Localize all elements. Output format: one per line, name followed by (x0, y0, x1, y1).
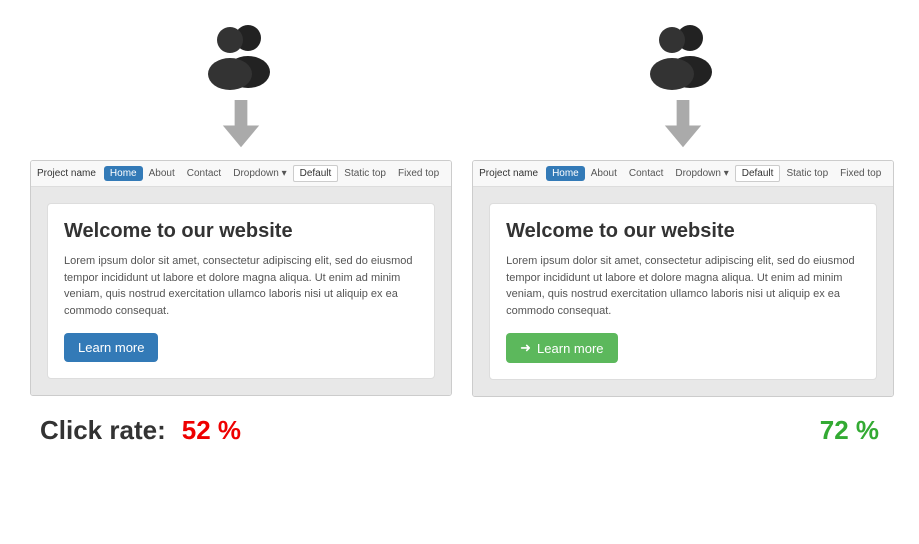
nav-home-b[interactable]: Home (546, 166, 585, 181)
content-text-b: Lorem ipsum dolor sit amet, consectetur … (506, 253, 860, 319)
mini-browser-b: Project name Home About Contact Dropdown… (472, 160, 894, 397)
browser-content-a: Welcome to our website Lorem ipsum dolor… (31, 187, 451, 395)
nav-about-a[interactable]: About (143, 166, 181, 181)
learn-more-button-a[interactable]: Learn more (64, 333, 158, 362)
content-card-a: Welcome to our website Lorem ipsum dolor… (47, 203, 435, 379)
nav-contact-a[interactable]: Contact (181, 166, 227, 181)
nav-brand-b: Project name (479, 168, 538, 179)
navbar-b: Project name Home About Contact Dropdown… (473, 161, 893, 187)
click-rate-value-a: 52 % (182, 415, 241, 446)
nav-brand-a: Project name (37, 168, 96, 179)
nav-default-a[interactable]: Default (293, 165, 339, 182)
nav-fixed-a[interactable]: Fixed top (392, 166, 445, 181)
click-rate-row: Click rate: 52 % 72 % (30, 415, 889, 446)
browser-content-b: Welcome to our website Lorem ipsum dolor… (473, 187, 893, 396)
nav-contact-b[interactable]: Contact (623, 166, 669, 181)
arrow-down-b (663, 100, 703, 150)
users-icon-a (196, 20, 286, 90)
arrow-down-a (221, 100, 261, 150)
nav-static-b[interactable]: Static top (780, 166, 834, 181)
comparison-wrapper: Project name Home About Contact Dropdown… (30, 20, 889, 397)
rate-left: Click rate: 52 % (40, 415, 241, 446)
arrow-right-icon: ➜ (520, 340, 531, 356)
nav-dropdown-a[interactable]: Dropdown ▾ (227, 166, 292, 181)
learn-more-button-b[interactable]: ➜ Learn more (506, 333, 617, 363)
nav-default-b[interactable]: Default (735, 165, 781, 182)
nav-fixed-b[interactable]: Fixed top (834, 166, 887, 181)
content-text-a: Lorem ipsum dolor sit amet, consectetur … (64, 253, 418, 319)
content-title-b: Welcome to our website (506, 220, 860, 243)
users-icon-b (638, 20, 728, 90)
nav-about-b[interactable]: About (585, 166, 623, 181)
content-card-b: Welcome to our website Lorem ipsum dolor… (489, 203, 877, 380)
click-rate-label: Click rate: (40, 415, 166, 446)
navbar-a: Project name Home About Contact Dropdown… (31, 161, 451, 187)
mini-browser-a: Project name Home About Contact Dropdown… (30, 160, 452, 396)
variant-a: Project name Home About Contact Dropdown… (30, 20, 452, 397)
nav-static-a[interactable]: Static top (338, 166, 392, 181)
content-title-a: Welcome to our website (64, 220, 418, 243)
rate-right: 72 % (820, 415, 879, 446)
learn-more-label-b: Learn more (537, 341, 603, 356)
click-rate-value-b: 72 % (820, 415, 879, 446)
variant-b: Project name Home About Contact Dropdown… (472, 20, 894, 397)
nav-home-a[interactable]: Home (104, 166, 143, 181)
nav-dropdown-b[interactable]: Dropdown ▾ (669, 166, 734, 181)
